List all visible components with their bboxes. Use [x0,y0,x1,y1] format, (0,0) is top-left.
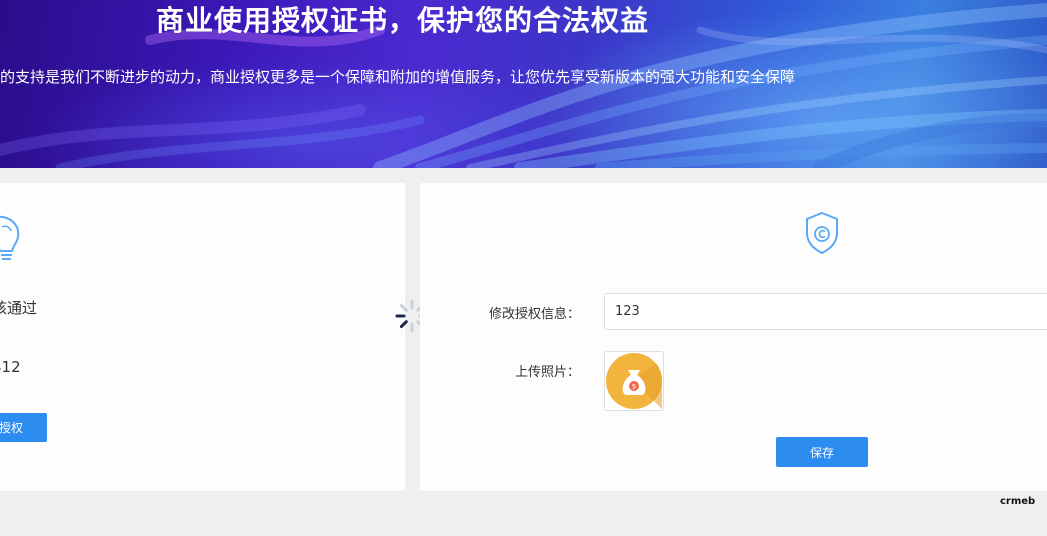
copyright-shield-icon [806,211,838,255]
banner-subtitle: 的支持是我们不断进步的动力，商业授权更多是一个保障和附加的增值服务，让您优先享受… [0,68,796,86]
license-info-label: 修改授权信息： [488,307,580,322]
license-edit-card: 修改授权信息： 上传照片： $ 保存 [420,183,1047,491]
license-status-text: 核通过 [0,299,38,317]
brand-logo: crmeb [1000,496,1036,507]
lightbulb-icon [0,215,20,260]
license-info-input[interactable] [604,293,1047,330]
svg-text:$: $ [632,383,636,391]
license-code-text: 412 [0,358,21,376]
upload-photo-label: 上传照片： [514,365,580,380]
apply-license-button[interactable]: 申请授权 [0,413,47,442]
banner-title: 商业使用授权证书，保护您的合法权益 [156,4,650,37]
save-button[interactable]: 保存 [776,437,868,467]
upload-photo-box[interactable]: $ [604,351,664,411]
license-status-card: 核通过 412 申请授权 [0,183,405,491]
hero-banner: 商业使用授权证书，保护您的合法权益 的支持是我们不断进步的动力，商业授权更多是一… [0,0,1047,168]
money-bag-icon: $ [606,353,662,409]
